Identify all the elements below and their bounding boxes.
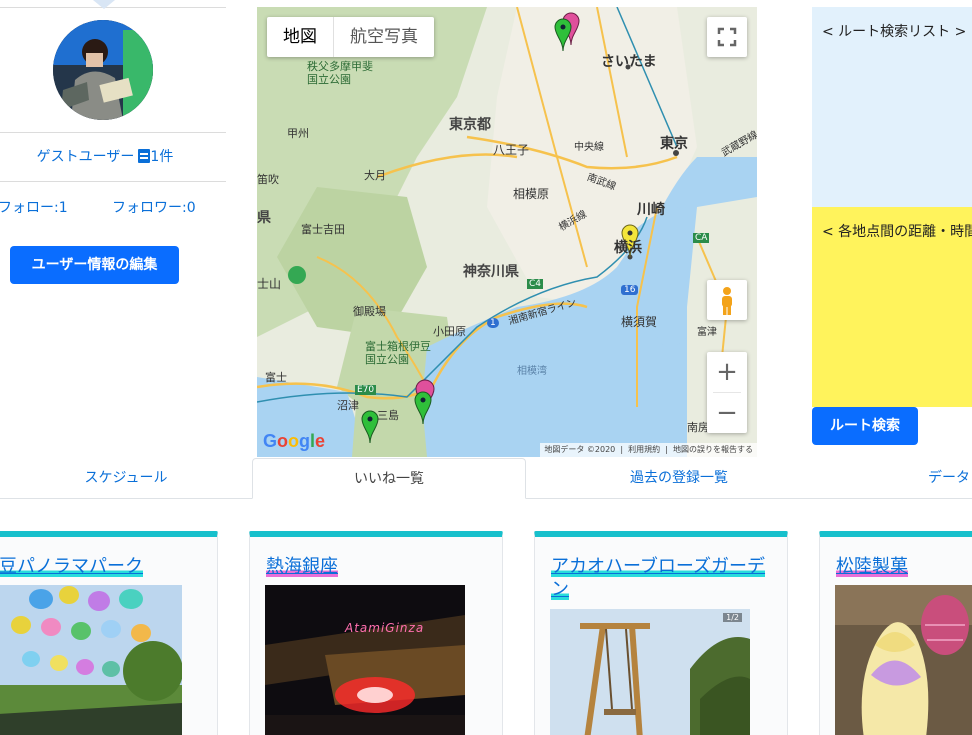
map-label: 南房 (687, 421, 709, 434)
spot-card[interactable]: アカオハーブローズガーデン 1/2 (534, 531, 788, 735)
map-label: C4 (527, 279, 544, 289)
spot-title-link[interactable]: 伊豆パノラマパーク (0, 555, 201, 578)
map-attribution: 地図データ ©2020 | 利用規約 | 地図の誤りを報告する (540, 443, 757, 457)
photo-badge: 1/2 (723, 613, 742, 622)
map-label: 相模湾 (517, 366, 547, 377)
route-list-title: < ルート検索リスト > (822, 24, 967, 40)
fullscreen-icon (717, 27, 737, 47)
spot-title: 熱海銀座 (266, 556, 338, 577)
username-row: ゲストユーザー 1件 (0, 146, 210, 166)
follow-count-link[interactable]: フォロー:1 (0, 197, 68, 217)
spot-title: 松陸製菓 (836, 556, 908, 577)
spot-photo: AtamiGinza (265, 585, 465, 735)
spot-title-link[interactable]: アカオハーブローズガーデン (551, 555, 771, 601)
map-label: 横浜 (614, 240, 642, 256)
map-label: 相模原 (513, 187, 550, 201)
map-type-control: 地図 航空写真 (267, 17, 434, 57)
map-label: 神奈川県 (463, 264, 519, 280)
map-label: 県 (257, 210, 271, 226)
map-label: CA (693, 233, 710, 243)
map-label: 川崎 (637, 202, 665, 218)
tab-history[interactable]: 過去の登録一覧 (540, 458, 818, 499)
zoom-control: + − (707, 352, 747, 433)
map-label: 中央線 (574, 142, 604, 153)
spot-card[interactable]: 松陸製菓 (819, 531, 972, 735)
map-label: 16 (621, 285, 639, 295)
zoom-out-button[interactable]: − (707, 393, 747, 433)
street-view-button[interactable] (707, 280, 747, 320)
map-label: 秩父多摩甲斐 国立公園 (307, 60, 373, 86)
username-link[interactable]: ゲストユーザー (37, 149, 135, 165)
distance-title: < 各地点間の距離・時間 > (822, 224, 972, 240)
spot-photo (835, 585, 972, 735)
divider (0, 132, 226, 133)
map-label: 大月 (364, 169, 386, 182)
tab-bar: スケジュール いいね一覧 過去の登録一覧 データ (0, 458, 972, 499)
map-label: 富士 (265, 371, 287, 384)
map-label: 1 (487, 318, 499, 328)
zoom-in-button[interactable]: + (707, 352, 747, 392)
map-label: 東京都 (449, 117, 491, 133)
divider (0, 181, 226, 182)
fullscreen-button[interactable] (707, 17, 747, 57)
spot-title: アカオハーブローズガーデン (551, 556, 766, 600)
tab-data[interactable]: データ (928, 458, 972, 499)
spot-photo: 1/2 (550, 609, 750, 735)
edit-profile-button[interactable]: ユーザー情報の編集 (10, 246, 179, 284)
map-label: E70 (355, 385, 377, 395)
avatar[interactable] (53, 20, 153, 120)
spot-title-link[interactable]: 熱海銀座 (266, 555, 486, 578)
caret-icon (93, 0, 115, 9)
map-type-satellite-button[interactable]: 航空写真 (333, 17, 434, 57)
tab-schedule[interactable]: スケジュール (0, 458, 252, 499)
pegman-icon (722, 287, 732, 315)
distance-panel: < 各地点間の距離・時間 > (812, 207, 972, 407)
map-label: 富士箱根伊豆 国立公園 (365, 340, 431, 366)
map-label: 富津 (697, 327, 717, 338)
map-label: 東京 (660, 136, 688, 152)
post-count[interactable]: 1件 (150, 149, 173, 165)
map-label: 士山 (257, 277, 282, 291)
report-error-link[interactable]: 地図の誤りを報告する (673, 445, 753, 454)
map-label: 横須賀 (621, 315, 658, 329)
map-label: 小田原 (433, 325, 466, 338)
map-label: 御殿場 (353, 305, 386, 318)
map-label: 笛吹 (257, 173, 279, 186)
document-icon (138, 149, 151, 163)
map-label: 三島 (377, 409, 399, 422)
tab-likes[interactable]: いいね一覧 (252, 458, 526, 499)
map-data-credit[interactable]: 地図データ ©2020 (544, 445, 615, 454)
profile-panel: ゲストユーザー 1件 フォロー:1 フォロワー:0 ユーザー情報の編集 (0, 0, 228, 300)
map-label: 富士吉田 (301, 223, 345, 236)
spot-title-link[interactable]: 松陸製菓 (836, 555, 972, 578)
spot-title: 伊豆パノラマパーク (0, 556, 143, 577)
map-label: 甲州 (287, 127, 309, 140)
map-label: 八王子 (493, 143, 530, 157)
route-search-button[interactable]: ルート検索 (812, 407, 918, 445)
route-list-panel: < ルート検索リスト > (812, 7, 972, 207)
spot-photo (0, 585, 182, 735)
terms-link[interactable]: 利用規約 (628, 445, 660, 454)
map-label: 沼津 (337, 399, 359, 412)
photo-sign: AtamiGinza (345, 621, 425, 635)
map-view[interactable]: さいたま 東京 東京都 川崎 横浜 神奈川県 八王子 相模原 横須賀 小田原 富… (257, 7, 757, 457)
follower-count-link[interactable]: フォロワー:0 (112, 197, 196, 217)
spot-card[interactable]: 伊豆パノラマパーク (0, 531, 218, 735)
spot-card[interactable]: 熱海銀座 AtamiGinza (249, 531, 503, 735)
map-label: さいたま (601, 54, 657, 70)
page: ゲストユーザー 1件 フォロー:1 フォロワー:0 ユーザー情報の編集 さいたま… (0, 0, 972, 735)
map-type-map-button[interactable]: 地図 (267, 17, 333, 57)
google-logo[interactable]: Google (263, 431, 325, 452)
